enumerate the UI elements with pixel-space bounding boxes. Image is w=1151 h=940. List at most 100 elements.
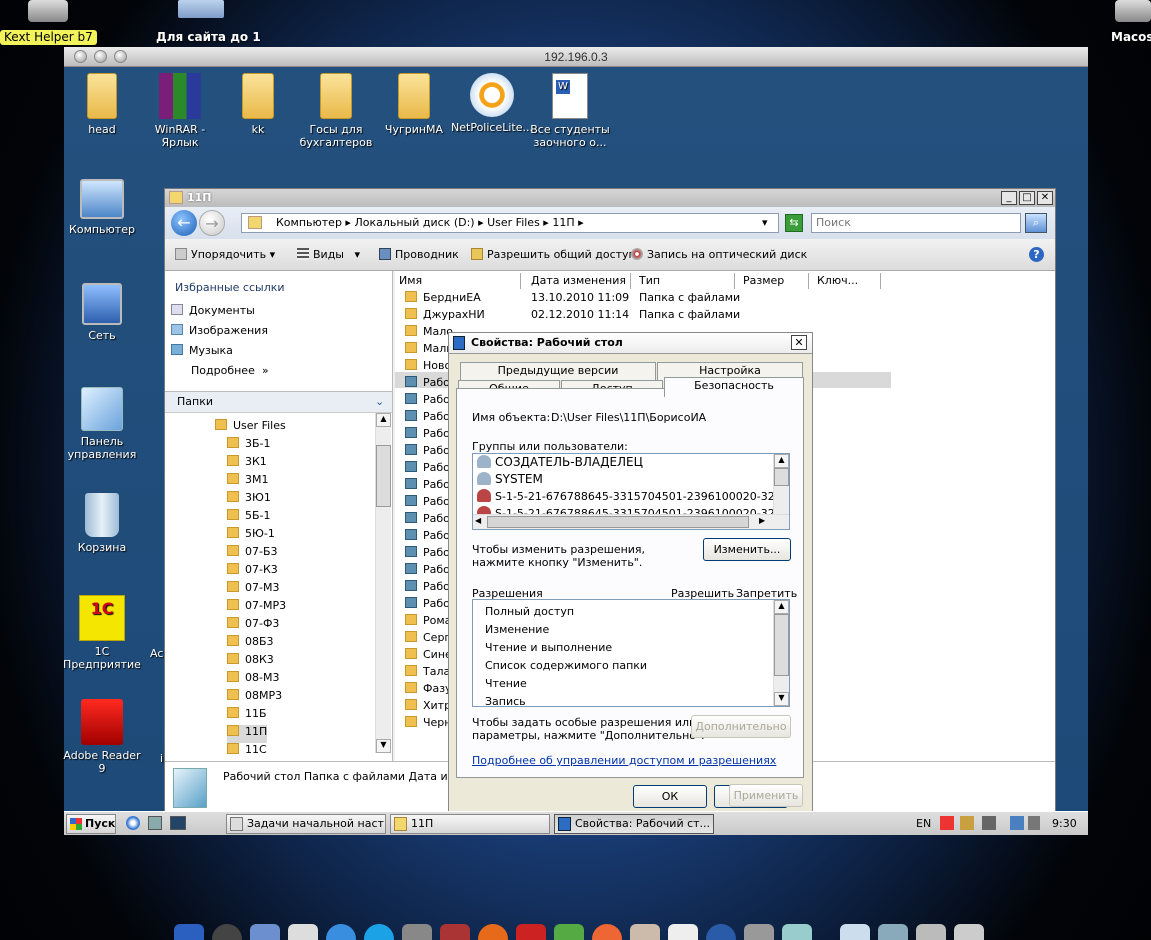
tree-folder[interactable]: 11П xyxy=(227,725,267,743)
folder-icon[interactable] xyxy=(916,924,946,940)
breadcrumb-item[interactable]: Локальный диск (D:) xyxy=(354,216,474,229)
desktop-icon-netpolice[interactable]: NetPoliceLite... xyxy=(450,73,534,134)
permissions-scrollbar[interactable]: ▲ ▼ xyxy=(773,600,789,706)
skype-icon[interactable] xyxy=(364,924,394,940)
desktop-icon-computer[interactable]: Компьютер xyxy=(60,179,144,236)
tree-folder[interactable]: 08МР3 xyxy=(227,689,367,707)
scroll-thumb[interactable] xyxy=(487,516,749,528)
mac-folder-label[interactable]: Для сайта до 1 xyxy=(156,30,261,44)
finder-icon[interactable] xyxy=(174,924,204,940)
app-icon[interactable] xyxy=(630,924,660,940)
desktop-icon-adobe-reader[interactable]: Adobe Reader 9 xyxy=(60,699,144,775)
scroll-up-icon[interactable]: ▲ xyxy=(774,454,789,468)
desktop-icon-1c[interactable]: 1С 1С Предприятие xyxy=(60,595,144,671)
search-input[interactable]: Поиск xyxy=(811,213,1021,233)
chevron-down-icon[interactable]: ⌄ xyxy=(375,392,384,412)
permissions-listbox[interactable]: Полный доступ Изменение Чтение и выполнени… xyxy=(472,599,790,707)
scroll-thumb[interactable] xyxy=(774,614,789,676)
network-tray-icon[interactable] xyxy=(1010,816,1024,830)
minimize-button[interactable]: _ xyxy=(1001,191,1017,205)
desktop-icon-head[interactable]: head xyxy=(60,73,144,136)
kaspersky-icon[interactable] xyxy=(940,816,954,830)
show-desktop-icon[interactable] xyxy=(170,816,186,830)
favorite-more[interactable]: Подробнее » xyxy=(191,364,269,377)
views-button[interactable]: Виды ▾ xyxy=(297,248,360,261)
app-icon[interactable] xyxy=(592,924,622,940)
scroll-down-icon[interactable]: ▼ xyxy=(774,692,789,706)
tree-folder[interactable]: 08-М3 xyxy=(227,671,367,689)
column-header-type[interactable]: Тип xyxy=(635,273,735,289)
kext-helper-label[interactable]: Kext Helper b7 xyxy=(0,30,97,45)
breadcrumb-item[interactable]: 11П xyxy=(552,216,574,229)
task-properties[interactable]: Свойства: Рабочий ст... xyxy=(554,814,714,834)
ok-button[interactable]: ОК xyxy=(633,785,707,808)
server-manager-icon[interactable] xyxy=(148,816,162,830)
tree-folder[interactable]: 08К3 xyxy=(227,653,367,671)
groups-hscrollbar[interactable]: ◀ ▶ xyxy=(473,514,789,529)
scroll-left-icon[interactable]: ◀ xyxy=(475,516,481,525)
advanced-button[interactable]: Дополнительно xyxy=(691,715,791,738)
tree-folder[interactable]: 07-К3 xyxy=(227,563,367,581)
column-header-size[interactable]: Размер xyxy=(739,273,809,289)
task-initial-config[interactable]: Задачи начальной наст... xyxy=(226,814,386,834)
drive-icon[interactable] xyxy=(28,0,68,22)
desktop-icon-chugrin[interactable]: ЧугринМА xyxy=(372,73,456,136)
tree-folder[interactable]: 11Б xyxy=(227,707,367,725)
scroll-up-icon[interactable]: ▲ xyxy=(376,413,391,427)
group-item[interactable]: СОЗДАТЕЛЬ-ВЛАДЕЛЕЦ xyxy=(477,455,773,472)
folder-icon[interactable] xyxy=(178,0,224,18)
close-button[interactable]: ✕ xyxy=(791,335,807,350)
breadcrumb[interactable]: Компьютер ▸ Локальный диск (D:) ▸ User F… xyxy=(241,213,779,233)
desktop-icon-gosy[interactable]: Госы для бухгалтеров xyxy=(294,73,378,149)
organize-button[interactable]: Упорядочить ▾ xyxy=(175,248,275,261)
tree-folder[interactable]: 07-Ф3 xyxy=(227,617,367,635)
language-indicator[interactable]: EN xyxy=(916,817,931,830)
mac-titlebar[interactable]: 192.196.0.3 xyxy=(64,47,1088,67)
tree-folder[interactable]: 3Ю1 xyxy=(227,491,367,509)
favorite-documents[interactable]: Документы xyxy=(171,304,255,317)
scroll-right-icon[interactable]: ▶ xyxy=(759,516,765,525)
search-icon[interactable]: ⌕ xyxy=(1025,213,1047,233)
document-icon[interactable] xyxy=(840,924,870,940)
favorite-pictures[interactable]: Изображения xyxy=(171,324,268,337)
breadcrumb-item[interactable]: Компьютер xyxy=(276,216,342,229)
help-icon[interactable]: ? xyxy=(1029,247,1044,262)
close-button[interactable]: ✕ xyxy=(1037,191,1053,205)
breadcrumb-item[interactable]: User Files xyxy=(487,216,540,229)
start-button[interactable]: Пуск xyxy=(66,814,116,834)
favorite-music[interactable]: Музыка xyxy=(171,344,233,357)
table-row[interactable]: ДжурахНИ 02.12.2010 11:14 Папка с файлами xyxy=(405,308,885,325)
tab-security[interactable]: Безопасность xyxy=(664,377,804,397)
app-icon[interactable] xyxy=(782,924,812,940)
change-button[interactable]: Изменить... xyxy=(703,538,791,561)
scroll-up-icon[interactable]: ▲ xyxy=(774,600,789,614)
partial-icon-label[interactable]: Ac xyxy=(150,647,163,660)
refresh-icon[interactable]: ⇆ xyxy=(785,214,803,232)
column-header-tags[interactable]: Ключ... xyxy=(813,273,881,289)
macos-drive-label[interactable]: Macos xyxy=(1111,30,1151,44)
drive-icon[interactable] xyxy=(1115,0,1151,22)
access-control-link[interactable]: Подробнее об управлении доступом и разре… xyxy=(472,754,776,767)
scroll-down-icon[interactable]: ▼ xyxy=(376,739,391,753)
tray-app-icon[interactable] xyxy=(960,816,974,830)
desktop-icon-kk[interactable]: kk xyxy=(216,73,300,136)
burn-button[interactable]: Запись на оптический диск xyxy=(631,248,807,261)
tree-scrollbar[interactable]: ▲ ▼ xyxy=(375,413,391,753)
tree-folder[interactable]: 07-МР3 xyxy=(227,599,367,617)
desktop-icon-recycle-bin[interactable]: Корзина xyxy=(60,493,144,554)
explorer-titlebar[interactable]: 11П _ □ ✕ xyxy=(165,189,1055,207)
group-item[interactable]: S-1-5-21-676788645-3315704501-2396100020… xyxy=(477,489,789,506)
calendar-icon[interactable] xyxy=(668,924,698,940)
tree-folder[interactable]: 11С xyxy=(227,743,367,761)
task-explorer[interactable]: 11П xyxy=(390,814,550,834)
mail-icon[interactable] xyxy=(250,924,280,940)
tree-folder[interactable]: 07-М3 xyxy=(227,581,367,599)
back-arrow-icon[interactable]: ← xyxy=(171,210,197,236)
folder-icon[interactable] xyxy=(878,924,908,940)
apply-button[interactable]: Применить xyxy=(729,784,803,807)
groups-scrollbar[interactable]: ▲ xyxy=(773,454,789,514)
app-icon[interactable] xyxy=(554,924,584,940)
tree-folder[interactable]: 5Б-1 xyxy=(227,509,367,527)
tree-folder[interactable]: 3К1 xyxy=(227,455,367,473)
group-item[interactable]: SYSTEM xyxy=(477,472,773,489)
